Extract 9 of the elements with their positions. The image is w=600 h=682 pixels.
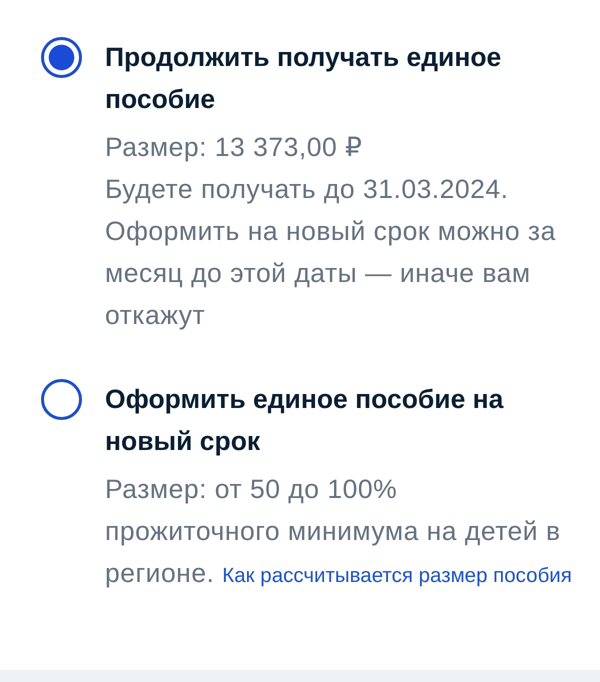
info-link[interactable]: Как рассчитывается размер пособия xyxy=(222,564,572,587)
option-description: Размер: 13 373,00 ₽ xyxy=(105,131,364,164)
option-description: Будете получать до 31.03.2024. Оформить на новый срок можно за месяц до этой даты — иначе вам откажут xyxy=(105,173,557,332)
option-description: прожиточного минимума на детей в регионе. Как рассчитывается размер пособия xyxy=(105,515,573,590)
option-description: Размер: от 50 до 100% xyxy=(105,473,398,506)
option-title: Оформить единое пособие на новый срок xyxy=(105,383,504,458)
radio-button[interactable] xyxy=(41,37,82,78)
option-title: Продолжить получать единое пособие xyxy=(105,41,502,116)
radio-button[interactable] xyxy=(41,379,82,420)
